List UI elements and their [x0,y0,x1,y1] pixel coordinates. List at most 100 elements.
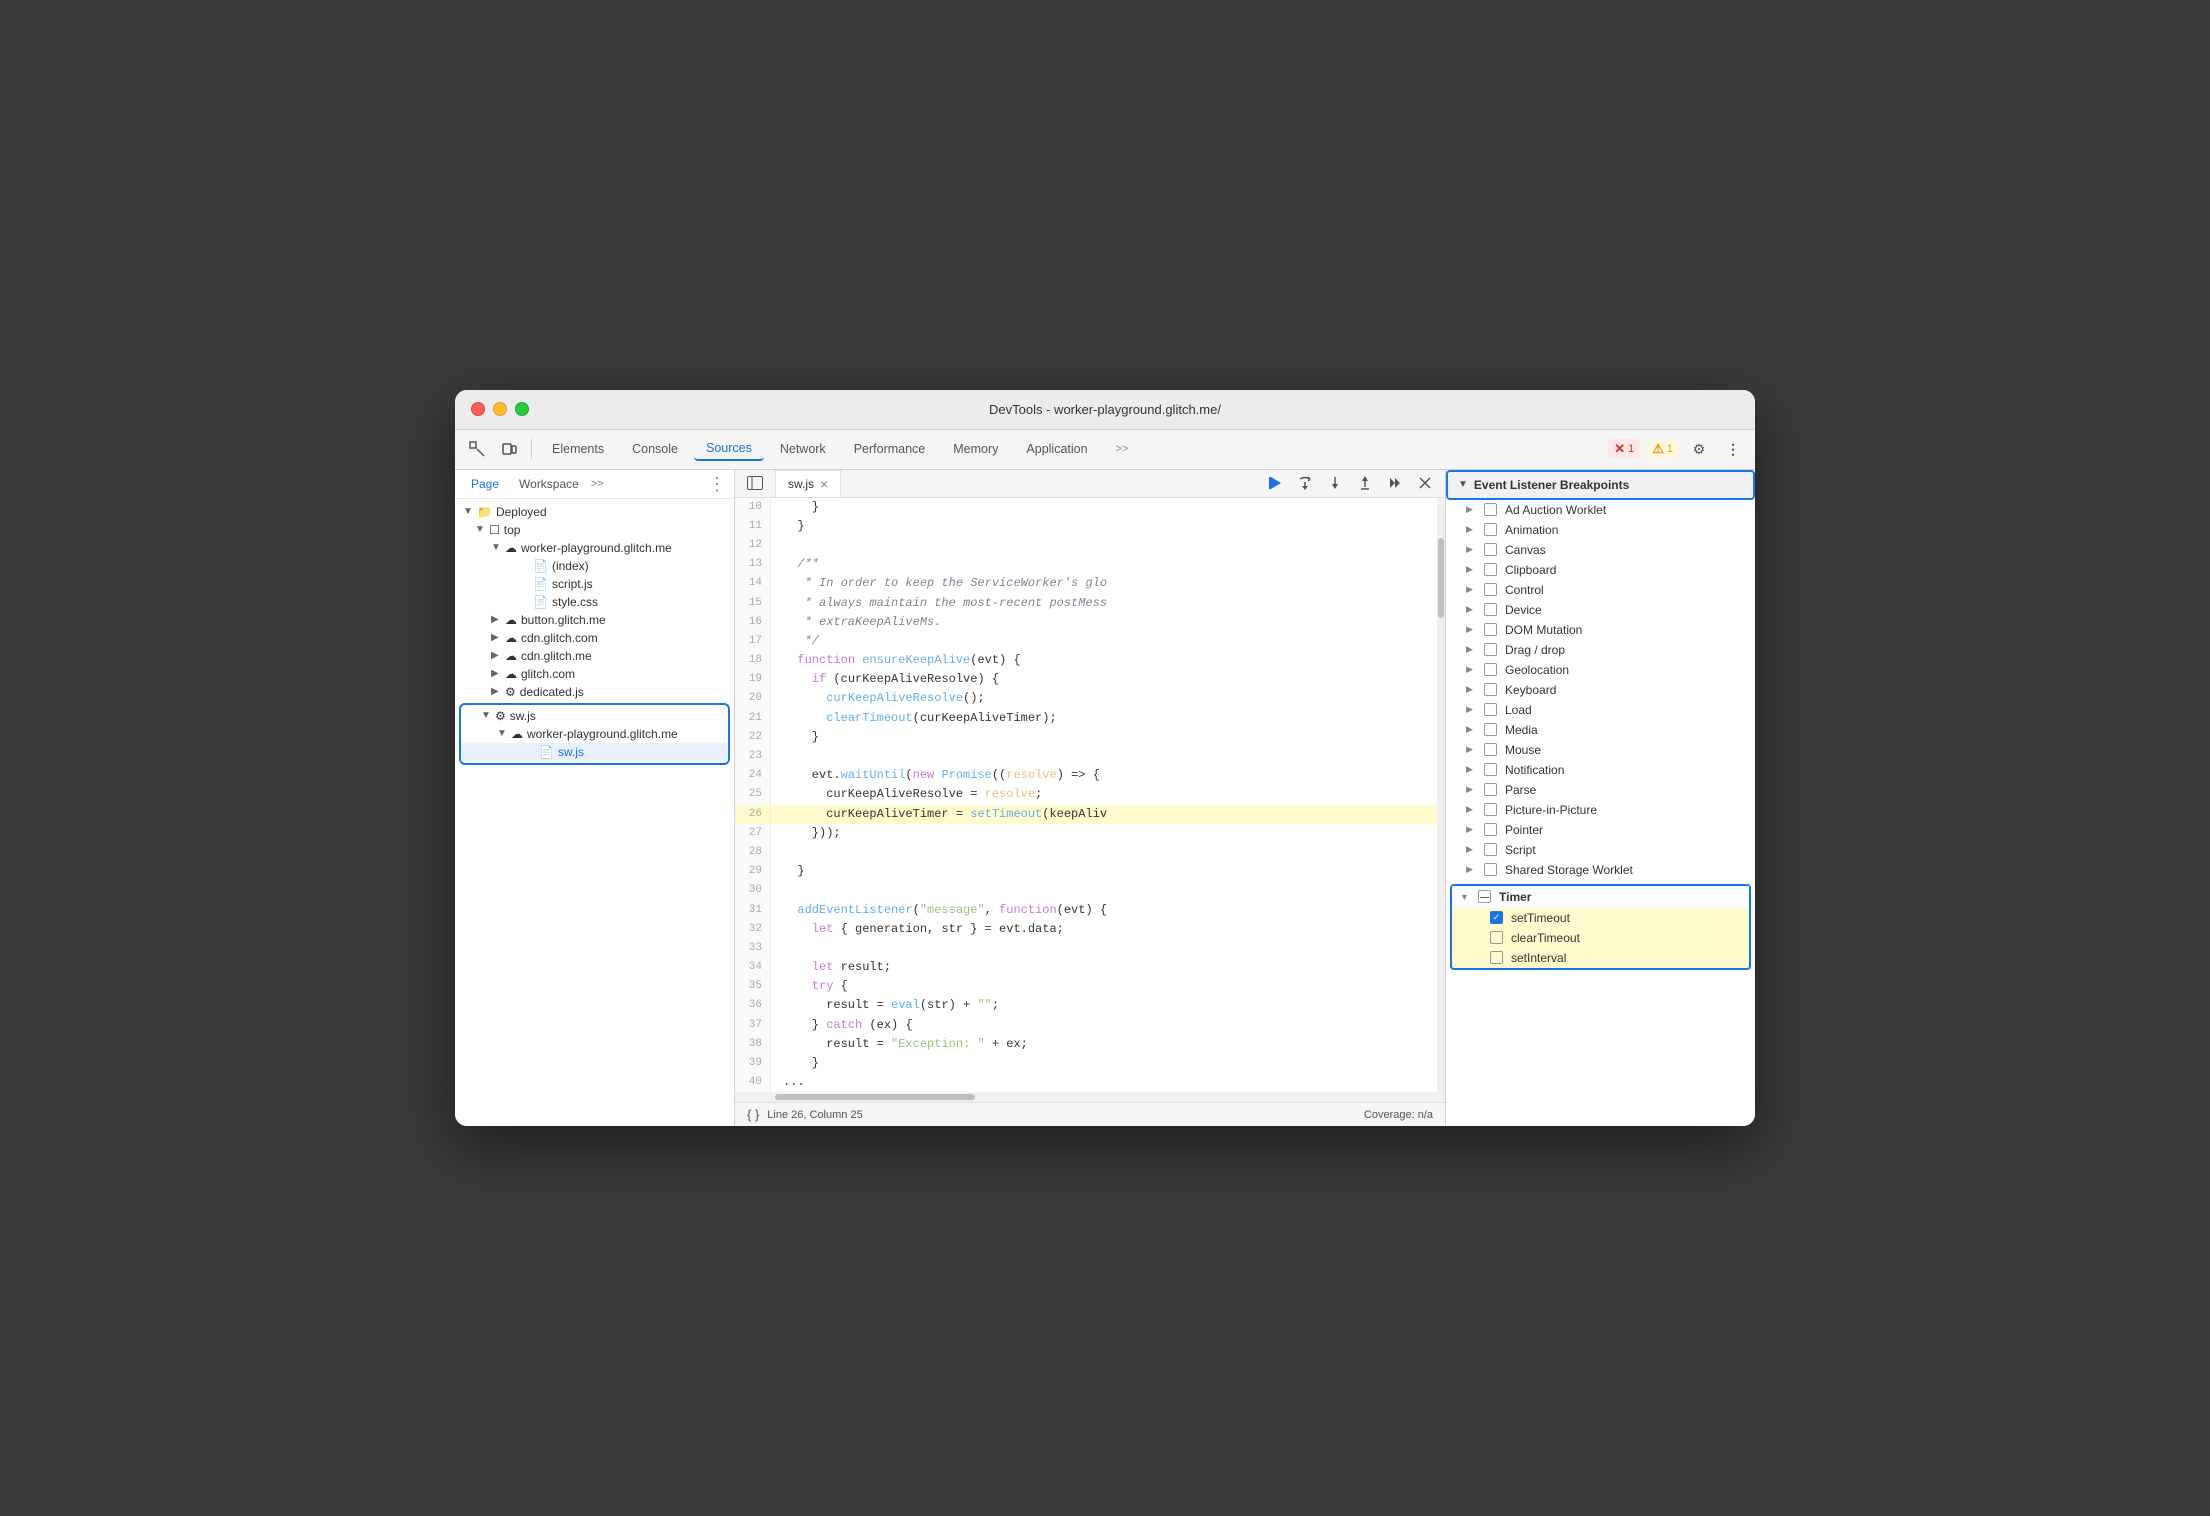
tree-item-style-css[interactable]: ▶ 📄 style.css [455,593,734,611]
scrollbar-h-thumb[interactable] [775,1094,975,1100]
bp-checkbox-drag[interactable] [1484,643,1497,656]
bp-checkbox-settimeout[interactable] [1490,911,1503,924]
step-continue-icon[interactable] [1383,471,1407,495]
bp-checkbox-keyboard[interactable] [1484,683,1497,696]
step-over-icon[interactable] [1293,471,1317,495]
tree-item-button-glitch[interactable]: ▶ ☁ button.glitch.me [455,611,734,629]
bp-checkbox-media[interactable] [1484,723,1497,736]
event-listener-header[interactable]: ▼ Event Listener Breakpoints [1446,470,1755,500]
tab-network[interactable]: Network [768,438,838,460]
tab-more[interactable]: >> [1104,439,1141,459]
tree-item-cdn-me[interactable]: ▶ ☁ cdn.glitch.me [455,647,734,665]
minimize-button[interactable] [493,402,507,416]
bp-item-ad-auction[interactable]: ▶ Ad Auction Worklet [1446,500,1755,520]
tree-item-index[interactable]: ▶ 📄 (index) [455,557,734,575]
bp-item-animation[interactable]: ▶ Animation [1446,520,1755,540]
tab-memory[interactable]: Memory [941,438,1010,460]
bp-item-clipboard[interactable]: ▶ Clipboard [1446,560,1755,580]
bp-checkbox-device[interactable] [1484,603,1497,616]
error-badge[interactable]: ✕ 1 [1608,439,1640,459]
close-button[interactable] [471,402,485,416]
tree-label-deployed: Deployed [496,505,547,519]
bp-checkbox-geo[interactable] [1484,663,1497,676]
bp-item-notification[interactable]: ▶ Notification [1446,760,1755,780]
code-tab-swjs[interactable]: sw.js × [775,470,841,497]
tab-workspace[interactable]: Workspace [511,474,587,494]
scrollbar-thumb[interactable] [1438,538,1444,618]
step-out-icon[interactable] [1353,471,1377,495]
device-toggle-icon[interactable] [495,435,523,463]
bp-item-canvas[interactable]: ▶ Canvas [1446,540,1755,560]
settings-icon[interactable]: ⚙ [1685,435,1713,463]
bp-item-geolocation[interactable]: ▶ Geolocation [1446,660,1755,680]
bp-item-load[interactable]: ▶ Load [1446,700,1755,720]
bp-checkbox-timer[interactable]: — [1478,890,1491,903]
tree-item-script-js[interactable]: ▶ 📄 script.js [455,575,734,593]
bp-checkbox-dom[interactable] [1484,623,1497,636]
tree-item-top[interactable]: ▼ ☐ top [455,521,734,539]
file-panel-more[interactable]: >> [591,478,604,490]
bp-item-media[interactable]: ▶ Media [1446,720,1755,740]
bp-checkbox-mouse[interactable] [1484,743,1497,756]
tab-application[interactable]: Application [1014,438,1099,460]
bp-checkbox-clipboard[interactable] [1484,563,1497,576]
file-panel-menu-icon[interactable]: ⋮ [708,475,726,493]
deactivate-breakpoints-icon[interactable] [1413,471,1437,495]
bp-checkbox-setinterval[interactable] [1490,951,1503,964]
more-options-icon[interactable]: ⋮ [1719,435,1747,463]
bp-checkbox-script[interactable] [1484,843,1497,856]
resume-icon[interactable] [1263,471,1287,495]
tree-item-wp-child[interactable]: ▼ ☁ worker-playground.glitch.me [461,725,728,743]
tree-item-swjs-file[interactable]: ▶ 📄 sw.js [461,743,728,761]
bp-item-pointer[interactable]: ▶ Pointer [1446,820,1755,840]
tab-performance[interactable]: Performance [842,438,938,460]
close-tab-icon[interactable]: × [820,477,828,491]
tree-item-worker-playground[interactable]: ▼ ☁ worker-playground.glitch.me [455,539,734,557]
tree-item-swjs-root[interactable]: ▼ ⚙ sw.js [461,707,728,725]
tab-page[interactable]: Page [463,474,507,494]
bp-item-drag-drop[interactable]: ▶ Drag / drop [1446,640,1755,660]
bp-checkbox-parse[interactable] [1484,783,1497,796]
bp-item-keyboard[interactable]: ▶ Keyboard [1446,680,1755,700]
tree-arrow-sw: ▼ [481,710,495,721]
vertical-scrollbar[interactable] [1437,498,1445,1093]
bp-checkbox-pointer[interactable] [1484,823,1497,836]
bp-item-shared-storage[interactable]: ▶ Shared Storage Worklet [1446,860,1755,880]
bp-item-script[interactable]: ▶ Script [1446,840,1755,860]
bp-item-dom-mutation[interactable]: ▶ DOM Mutation [1446,620,1755,640]
timer-header[interactable]: ▼ — Timer [1452,886,1749,908]
bp-item-mouse[interactable]: ▶ Mouse [1446,740,1755,760]
horizontal-scrollbar[interactable] [735,1092,1445,1102]
bp-item-setinterval[interactable]: setInterval [1452,948,1749,968]
bp-item-settimeout[interactable]: setTimeout [1452,908,1749,928]
maximize-button[interactable] [515,402,529,416]
tree-item-glitch-com[interactable]: ▶ ☁ glitch.com [455,665,734,683]
tree-item-cdn-com[interactable]: ▶ ☁ cdn.glitch.com [455,629,734,647]
bp-checkbox-ad[interactable] [1484,503,1497,516]
warn-badge[interactable]: ⚠ 1 [1646,439,1679,459]
format-button[interactable]: { } [747,1107,759,1122]
bp-item-device[interactable]: ▶ Device [1446,600,1755,620]
bp-checkbox-notif[interactable] [1484,763,1497,776]
code-editor[interactable]: 10 } 11 } 12 [735,498,1437,1093]
tab-console[interactable]: Console [620,438,690,460]
inspect-element-icon[interactable] [463,435,491,463]
bp-checkbox-ss[interactable] [1484,863,1497,876]
bp-label-load: Load [1505,703,1532,717]
tab-elements[interactable]: Elements [540,438,616,460]
bp-checkbox-control[interactable] [1484,583,1497,596]
tree-item-deployed[interactable]: ▼ 📁 Deployed [455,503,734,521]
step-into-icon[interactable] [1323,471,1347,495]
bp-checkbox-pip[interactable] [1484,803,1497,816]
bp-item-parse[interactable]: ▶ Parse [1446,780,1755,800]
bp-checkbox-cleartimeout[interactable] [1490,931,1503,944]
bp-item-control[interactable]: ▶ Control [1446,580,1755,600]
bp-checkbox-anim[interactable] [1484,523,1497,536]
bp-item-cleartimeout[interactable]: clearTimeout [1452,928,1749,948]
tree-item-dedicated-js[interactable]: ▶ ⚙ dedicated.js [455,683,734,701]
tab-sources[interactable]: Sources [694,437,764,461]
bp-checkbox-canvas[interactable] [1484,543,1497,556]
bp-item-pip[interactable]: ▶ Picture-in-Picture [1446,800,1755,820]
bp-checkbox-load[interactable] [1484,703,1497,716]
toggle-sidebar-icon[interactable] [743,471,767,495]
